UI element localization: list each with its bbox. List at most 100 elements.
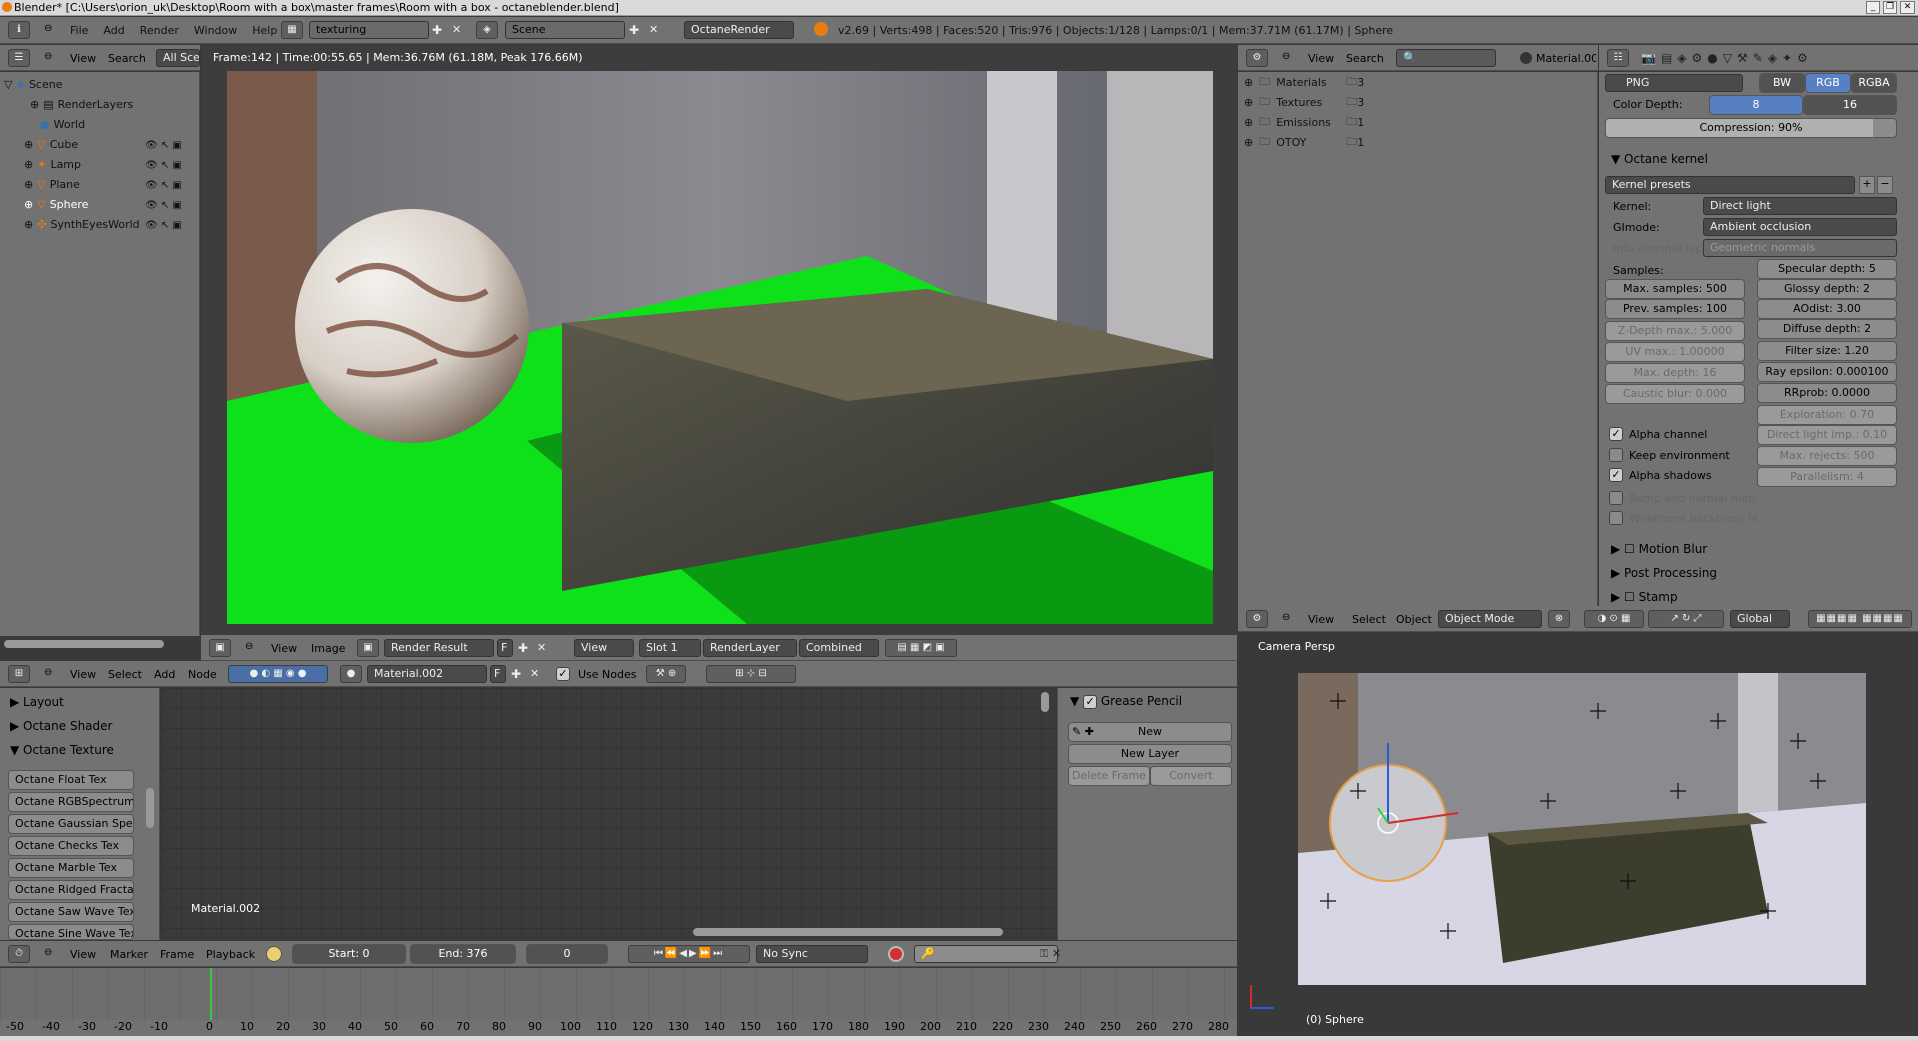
playback-controls[interactable]: ⏮⏪◀▶⏩⏭ — [628, 945, 750, 963]
rrprob-field[interactable]: RRprob: 0.0000 — [1757, 383, 1897, 403]
start-frame-field[interactable]: Start: 0 — [292, 944, 406, 964]
timeline-menu-frame[interactable]: Frame — [160, 948, 194, 961]
octane-checks-tex-button[interactable]: Octane Checks Tex — [8, 836, 134, 856]
outliner-row-scene[interactable]: ▽ ◈ Scene — [4, 76, 62, 92]
view3d-menu-select[interactable]: Select — [1352, 613, 1386, 626]
outliner-row-syntheyesworld[interactable]: ⊕ ✣ SynthEyesWorld — [24, 216, 140, 232]
caustic-blur-field[interactable]: Caustic blur: 0.000 — [1605, 384, 1745, 404]
gimode-select[interactable]: Ambient occlusion — [1703, 218, 1897, 236]
screen-add-icon[interactable]: ✚ — [432, 23, 442, 37]
exploration-field[interactable]: Exploration: 0.70 — [1757, 405, 1897, 425]
current-frame-field[interactable]: 0 — [526, 944, 608, 964]
browser-row-materials[interactable]: ⊕ 🗀 Materials 🗀 3 — [1244, 74, 1364, 90]
info-editor-type-icon[interactable]: ℹ — [8, 21, 30, 39]
node-material-add-icon[interactable]: ✚ — [511, 667, 521, 681]
browser-menu-search[interactable]: Search — [1346, 52, 1384, 65]
bump-normal-checkbox[interactable] — [1609, 491, 1623, 505]
view3d-menu-object[interactable]: Object — [1396, 613, 1432, 626]
color-mode-bw[interactable]: BW — [1759, 73, 1805, 93]
layout-section[interactable]: ▶ Layout — [10, 695, 64, 709]
image-editor-type-icon[interactable]: ▣ — [209, 639, 231, 657]
node-material-field[interactable]: Material.002 — [367, 665, 487, 683]
max-rejects-field[interactable]: Max. rejects: 500 — [1757, 446, 1897, 466]
image-unlink-icon[interactable]: ✕ — [537, 641, 546, 654]
node-editor-type-icon[interactable]: ⊞ — [8, 665, 30, 683]
visibility-eye-icons[interactable]: 👁 ↖ ▣ 👁 ↖ ▣ 👁 ↖ ▣ 👁 ↖ ▣ 👁 ↖ ▣ — [145, 136, 195, 232]
ray-epsilon-field[interactable]: Ray epsilon: 0.000100 — [1757, 362, 1897, 382]
zdepth-max-field[interactable]: Z-Depth max.: 5.000 — [1605, 321, 1745, 341]
properties-editor-icon[interactable]: ☷ — [1607, 49, 1629, 67]
menu-help[interactable]: Help — [252, 24, 277, 37]
preset-remove-icon[interactable]: − — [1877, 176, 1893, 194]
scene-icon[interactable]: ◈ — [476, 21, 498, 39]
octane-gaussian-spectrum-button[interactable]: Octane Gaussian Spectr — [8, 814, 134, 834]
outliner-menu-search[interactable]: Search — [108, 52, 146, 65]
view3d-collapse-icon[interactable]: ⊖ — [1282, 612, 1290, 623]
image-menu-view[interactable]: View — [271, 642, 297, 655]
filter-size-field[interactable]: Filter size: 1.20 — [1757, 341, 1897, 361]
render-engine-select[interactable]: OctaneRender — [684, 21, 794, 39]
material-browse-icon[interactable]: ● — [340, 665, 362, 683]
timeline-menu-marker[interactable]: Marker — [110, 948, 148, 961]
node-collapse-icon[interactable]: ⊖ — [44, 667, 52, 678]
render-layer-select[interactable]: RenderLayer — [703, 639, 797, 657]
max-samples-field[interactable]: Max. samples: 500 — [1605, 279, 1745, 299]
transform-orientation-select[interactable]: Global — [1730, 610, 1790, 628]
outliner-editor-icon[interactable]: ☰ — [8, 49, 30, 67]
draw-channels-icon[interactable]: ▤ ▦ ◩ ▣ — [885, 639, 957, 657]
keying-set-field[interactable]: 🔑 — [914, 945, 1058, 963]
timeline-menu-view[interactable]: View — [70, 948, 96, 961]
new-layer-button[interactable]: New Layer — [1068, 744, 1232, 764]
uv-max-field[interactable]: UV max.: 1.00000 — [1605, 342, 1745, 362]
info-channel-select[interactable]: Geometric normals — [1703, 239, 1897, 257]
octane-texture-section[interactable]: ▼ Octane Texture — [10, 743, 114, 757]
screen-remove-icon[interactable]: ✕ — [452, 23, 461, 36]
outliner-row-lamp[interactable]: ⊕ ✦ Lamp — [24, 156, 81, 172]
grease-pencil-title[interactable]: ▼ ✓ Grease Pencil — [1070, 694, 1182, 709]
aodist-field[interactable]: AOdist: 3.00 — [1757, 299, 1897, 319]
octane-ridged-fractal-button[interactable]: Octane Ridged Fractal — [8, 880, 134, 900]
scene-remove-icon[interactable]: ✕ — [649, 23, 658, 36]
current-frame-line[interactable] — [210, 968, 212, 1020]
object-mode-select[interactable]: Object Mode — [1438, 610, 1542, 628]
outliner-row-cube[interactable]: ⊕ ▽ Cube — [24, 136, 78, 152]
close-window-button[interactable]: ✕ — [1900, 1, 1915, 14]
node-menu-view[interactable]: View — [70, 668, 96, 681]
screen-name-field[interactable]: texturing — [309, 21, 429, 39]
node-canvas-scrollbar-v[interactable] — [1041, 692, 1049, 712]
alpha-shadows-checkbox[interactable]: ✓ — [1609, 468, 1623, 482]
menu-file[interactable]: File — [70, 24, 88, 37]
node-material-unlink-icon[interactable]: ✕ — [530, 667, 539, 680]
direct-light-imp-field[interactable]: Direct light imp.: 0.10 — [1757, 425, 1897, 445]
kernel-select[interactable]: Direct light — [1703, 197, 1897, 215]
octane-sine-wave-tex-button[interactable]: Octane Sine Wave Tex — [8, 924, 134, 940]
view3d-viewport[interactable]: Camera Persp (0) Sphere — [1238, 633, 1918, 1036]
menu-window[interactable]: Window — [194, 24, 237, 37]
snap-icons[interactable]: ⊞ ⊹ ⊟ — [706, 665, 796, 683]
color-depth-8[interactable]: 8 — [1709, 95, 1803, 115]
color-mode-rgba[interactable]: RGBA — [1851, 73, 1897, 93]
alpha-channel-checkbox[interactable]: ✓ — [1609, 427, 1623, 441]
preview-range-icon[interactable] — [266, 946, 282, 962]
image-menu-collapse-icon[interactable]: ⊖ — [245, 641, 253, 652]
octane-marble-tex-button[interactable]: Octane Marble Tex — [8, 858, 134, 878]
end-frame-field[interactable]: End: 376 — [410, 944, 516, 964]
outliner-display-mode[interactable]: All Sce — [156, 49, 200, 67]
octane-float-tex-button[interactable]: Octane Float Tex — [8, 770, 134, 790]
fake-user-button[interactable]: F — [497, 639, 513, 657]
image-name-field[interactable]: Render Result — [384, 639, 494, 657]
viewport-shading-icon[interactable]: ⊗ — [1548, 610, 1570, 628]
color-depth-16[interactable]: 16 — [1803, 95, 1897, 115]
stamp-panel-title[interactable]: ▶ ☐ Stamp — [1611, 590, 1678, 604]
browser-search-input[interactable]: 🔍 — [1396, 49, 1496, 67]
browser-editor-icon[interactable]: ⚙ — [1246, 49, 1268, 67]
sync-mode-select[interactable]: No Sync — [756, 945, 868, 963]
scene-add-icon[interactable]: ✚ — [629, 23, 639, 37]
menu-render[interactable]: Render — [140, 24, 179, 37]
timeline-area[interactable]: -50 -40 -30 -20 -10 0 10 20 30 40 50 60 … — [0, 968, 1237, 1036]
node-menu-select[interactable]: Select — [108, 668, 142, 681]
browser-row-emissions[interactable]: ⊕ 🗀 Emissions 🗀 1 — [1244, 114, 1364, 130]
screen-layout-icon[interactable]: ▦ — [281, 21, 303, 39]
node-tool-icons[interactable]: ⚒ ⊕ — [646, 665, 686, 683]
keep-environment-checkbox[interactable] — [1609, 448, 1623, 462]
